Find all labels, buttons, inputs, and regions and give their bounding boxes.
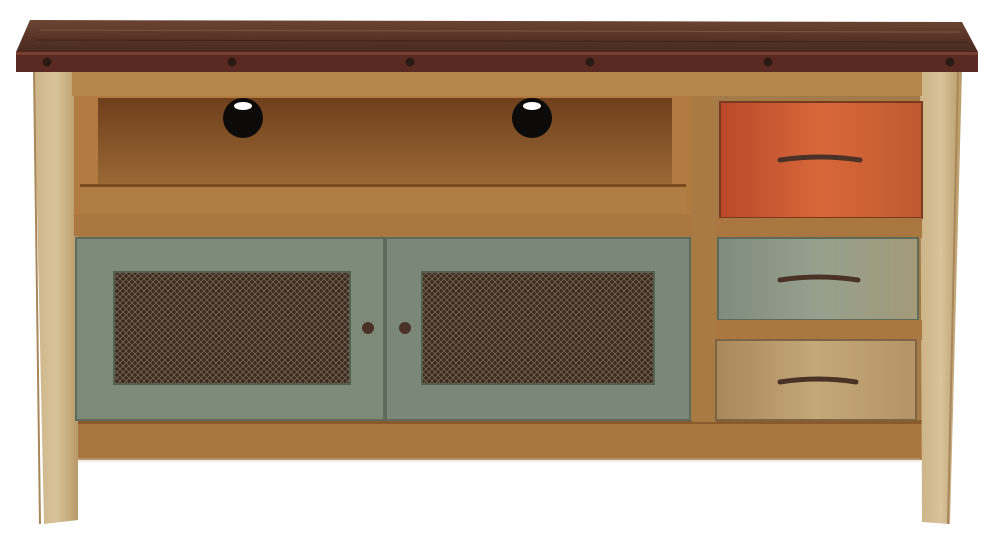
center-divider [692,96,716,422]
product-photo [0,0,1000,545]
cable-grommet-icon [223,98,263,138]
left-door[interactable] [75,237,385,421]
drawer-top[interactable] [719,101,923,219]
tv-console-illustration [16,20,978,525]
drawer-bottom[interactable] [715,339,917,421]
mesh-panel [114,272,350,384]
top-slab [16,20,978,72]
right-leg [920,69,962,525]
right-door[interactable] [385,237,691,421]
cable-grommet-icon [512,98,552,138]
left-leg [33,69,78,525]
round-knob-icon[interactable] [399,322,411,334]
open-shelf [74,96,692,236]
mesh-panel [422,272,654,384]
round-knob-icon[interactable] [362,322,374,334]
drawer-middle[interactable] [717,237,919,321]
bottom-rail [72,420,922,458]
top-apron [72,72,922,96]
